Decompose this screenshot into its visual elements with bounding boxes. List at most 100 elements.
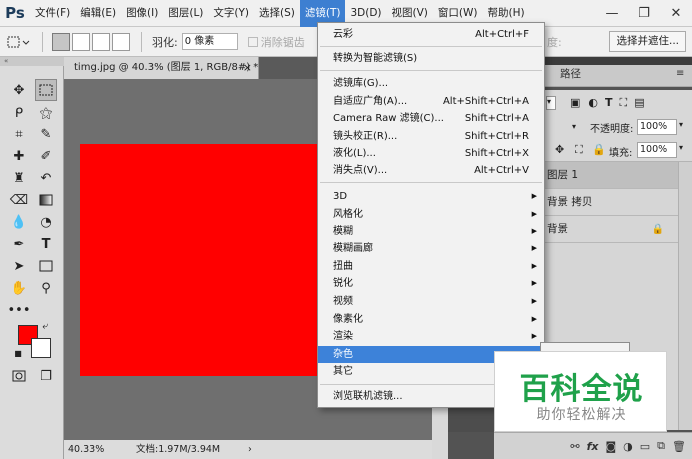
close-document-icon[interactable]: × — [243, 57, 252, 79]
magic-wand-tool-icon[interactable]: ⚝ — [35, 102, 57, 124]
adjustment-icon[interactable]: ◑ — [623, 440, 633, 453]
default-colors-icon[interactable]: ■ — [12, 347, 24, 359]
add-selection-mode-icon[interactable] — [72, 32, 90, 51]
lock-position-icon[interactable]: ✥ — [555, 143, 564, 156]
menu-item-adaptive-wide-angle[interactable]: 自适应广角(A)... Alt+Shift+Ctrl+A — [318, 93, 544, 110]
menu-image[interactable]: 图像(I) — [121, 0, 163, 27]
menu-item-clouds[interactable]: 云彩 Alt+Ctrl+F — [318, 26, 544, 43]
screen-mode-icon[interactable]: ❐ — [35, 365, 57, 387]
opacity-dropdown-icon[interactable]: ▾ — [679, 120, 683, 129]
swap-colors-icon[interactable]: ⤶ — [38, 319, 52, 333]
background-color-swatch[interactable] — [31, 338, 51, 358]
path-selection-tool-icon[interactable]: ➤ — [8, 255, 30, 277]
blend-mode-dropdown-icon[interactable]: ▾ — [572, 119, 582, 135]
menu-item-label: 自适应广角(A)... — [333, 96, 408, 107]
trash-icon[interactable]: 🗑 — [672, 440, 686, 453]
status-menu-arrow[interactable]: › — [248, 440, 252, 459]
antialias-label: 消除锯齿 — [260, 35, 305, 49]
menu-item-convert-smart-filter[interactable]: 转换为智能滤镜(S) — [318, 50, 544, 67]
select-and-mask-button[interactable]: 选择并遮住... — [609, 31, 686, 52]
zoom-level[interactable]: 40.33% — [68, 440, 104, 459]
blur-tool-icon[interactable]: 💧 — [8, 211, 30, 233]
panel-collapse-bar — [545, 57, 692, 65]
marquee-tool-icon[interactable] — [35, 79, 57, 101]
menu-item-video[interactable]: 视频 ▶ — [318, 293, 544, 310]
fill-input[interactable]: 100% — [637, 142, 677, 158]
menu-item-distort[interactable]: 扭曲 ▶ — [318, 258, 544, 275]
gradient-tool-icon[interactable] — [35, 189, 57, 211]
menu-item-blur[interactable]: 模糊 ▶ — [318, 223, 544, 240]
crop-tool-icon[interactable]: ⌗ — [8, 123, 30, 145]
menu-layer[interactable]: 图层(L) — [163, 0, 208, 27]
layer-row-1[interactable]: 图层 1 — [545, 162, 678, 189]
tab-paths[interactable]: 路径 — [560, 66, 581, 81]
group-icon[interactable]: ▭ — [640, 440, 650, 453]
more-tools-icon[interactable]: ••• — [8, 299, 31, 321]
filter-image-icon[interactable]: ▣ — [570, 96, 580, 109]
lock-all-icon[interactable]: 🔒 — [592, 143, 606, 156]
opacity-label: 不透明度: — [590, 124, 634, 135]
link-icon[interactable]: ⚯ — [570, 440, 579, 453]
filter-smart-object-icon[interactable]: ▤ — [634, 96, 644, 109]
filter-type-icon[interactable]: T — [605, 96, 613, 109]
fx-icon[interactable]: fx — [587, 440, 599, 453]
menu-item-pixelate[interactable]: 像素化 ▶ — [318, 311, 544, 328]
menu-item-render[interactable]: 渲染 ▶ — [318, 328, 544, 345]
panel-menu-icon[interactable]: ≡ — [676, 68, 684, 79]
history-brush-tool-icon[interactable]: ↶ — [35, 167, 57, 189]
menu-select[interactable]: 选择(S) — [254, 0, 300, 27]
document-tab[interactable]: timg.jpg @ 40.3% (图层 1, RGB/8#) * × — [64, 57, 259, 79]
menu-item-stylize[interactable]: 风格化 ▶ — [318, 206, 544, 223]
move-tool-icon[interactable]: ✥ — [8, 79, 30, 101]
shortcut: Alt+Shift+Ctrl+A — [442, 96, 529, 107]
new-layer-icon[interactable]: ⧉ — [657, 439, 665, 453]
menu-edit[interactable]: 编辑(E) — [75, 0, 121, 27]
healing-brush-tool-icon[interactable]: ✚ — [8, 145, 30, 167]
layer-row-3[interactable]: 背景 🔒 — [545, 216, 678, 243]
antialias-checkbox[interactable]: 消除锯齿 — [247, 32, 305, 52]
menu-file[interactable]: 文件(F) — [30, 0, 75, 27]
layer-row-2[interactable]: 背景 拷贝 — [545, 189, 678, 216]
minimize-button[interactable]: — — [596, 0, 628, 27]
submenu-arrow-icon: ▶ — [531, 262, 537, 270]
lasso-tool-icon[interactable]: ᑭ — [8, 102, 30, 124]
fill-dropdown-icon[interactable]: ▾ — [679, 143, 683, 152]
quick-mask-icon[interactable] — [8, 365, 30, 387]
clone-stamp-tool-icon[interactable]: ♜ — [8, 167, 30, 189]
toolbar-collapse-icon[interactable]: « — [0, 57, 64, 66]
menu-type[interactable]: 文字(Y) — [208, 0, 254, 27]
marquee-preset-icon[interactable] — [4, 32, 34, 52]
opacity-input[interactable]: 100% — [637, 119, 677, 135]
eyedropper-tool-icon[interactable]: ✎ — [35, 123, 57, 145]
zoom-tool-icon[interactable]: ⚲ — [35, 277, 57, 299]
eraser-tool-icon[interactable]: ⌫ — [8, 189, 30, 211]
new-selection-mode-icon[interactable] — [52, 32, 70, 51]
brush-tool-icon[interactable]: ✐ — [35, 145, 57, 167]
subtract-selection-mode-icon[interactable] — [92, 32, 110, 51]
menu-item-filter-gallery[interactable]: 滤镜库(G)... — [318, 75, 544, 92]
tab-strip — [259, 57, 319, 79]
lock-artboard-icon[interactable]: ⛶ — [575, 143, 583, 157]
pen-tool-icon[interactable]: ✒ — [8, 233, 30, 255]
dodge-tool-icon[interactable]: ◔ — [35, 211, 57, 233]
menu-item-lens-correction[interactable]: 镜头校正(R)... Shift+Ctrl+R — [318, 128, 544, 145]
menu-item-blur-gallery[interactable]: 模糊画廊 ▶ — [318, 240, 544, 257]
menu-item-liquify[interactable]: 液化(L)... Shift+Ctrl+X — [318, 145, 544, 162]
menu-item-sharpen[interactable]: 锐化 ▶ — [318, 275, 544, 292]
filter-adjustment-icon[interactable]: ◐ — [588, 96, 598, 109]
menu-item-label: 镜头校正(R)... — [333, 131, 398, 142]
feather-input[interactable]: 0 像素 — [181, 33, 238, 50]
filter-shape-icon[interactable]: ⛶ — [620, 96, 628, 110]
menu-item-camera-raw[interactable]: Camera Raw 滤镜(C)... Shift+Ctrl+A — [318, 110, 544, 127]
layers-scrollbar[interactable] — [678, 162, 692, 430]
type-tool-icon[interactable]: T — [35, 233, 57, 255]
filter-kind-dropdown[interactable]: ▾ — [546, 95, 556, 110]
hand-tool-icon[interactable]: ✋ — [8, 277, 30, 299]
watermark: 百科全说 助你轻松解决 — [494, 351, 667, 432]
intersect-selection-mode-icon[interactable] — [112, 32, 130, 51]
mask-icon[interactable]: ◙ — [605, 440, 616, 453]
menu-item-vanishing-point[interactable]: 消失点(V)... Alt+Ctrl+V — [318, 162, 544, 179]
rectangle-tool-icon[interactable] — [35, 255, 57, 277]
menu-item-3d[interactable]: 3D ▶ — [318, 188, 544, 205]
submenu-arrow-icon: ▶ — [531, 297, 537, 305]
